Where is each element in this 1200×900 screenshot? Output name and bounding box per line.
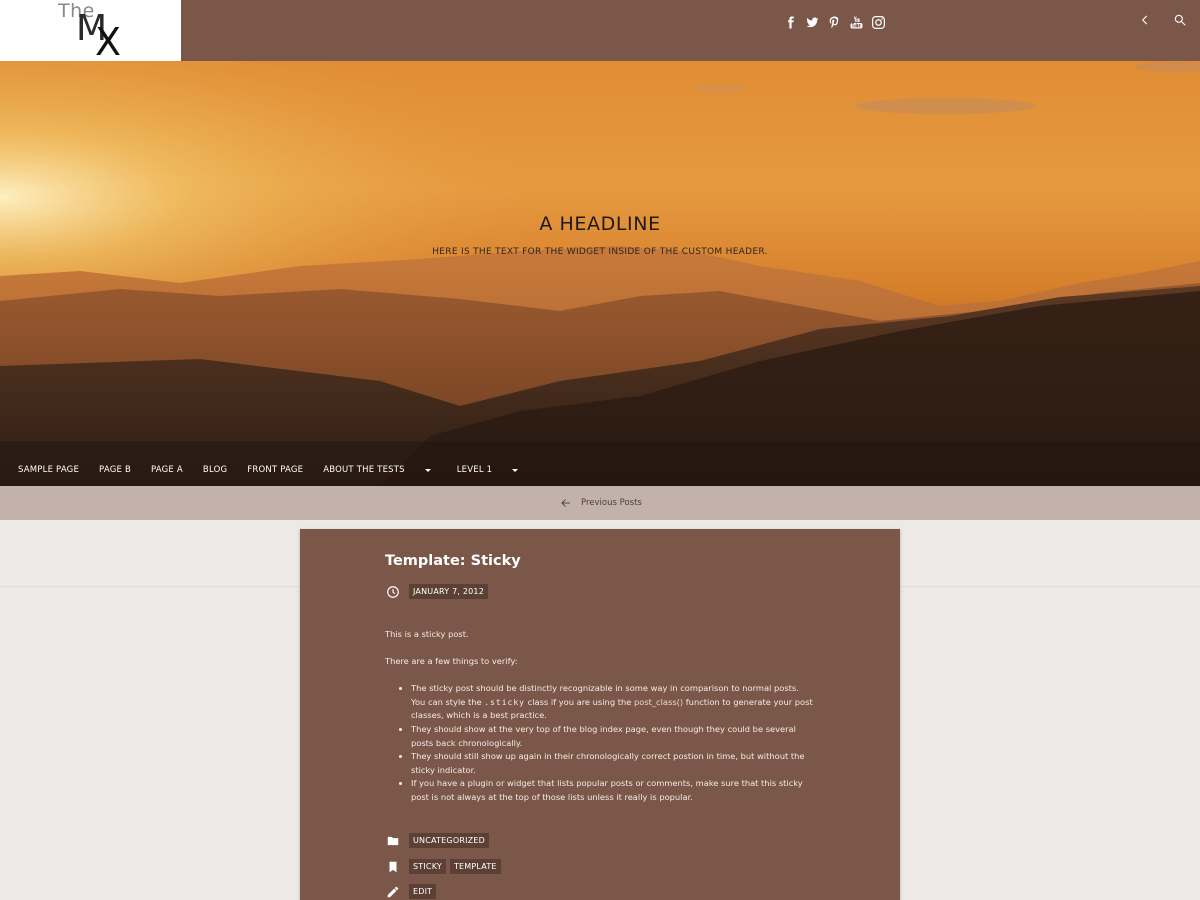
mountain-sunset-image xyxy=(0,61,1200,486)
nav-item-blog[interactable]: BLOG xyxy=(203,465,227,475)
post-paragraph: This is a sticky post. xyxy=(385,629,469,639)
post-date-row: JANUARY 7, 2012 xyxy=(385,584,492,599)
category-tag[interactable]: UNCATEGORIZED xyxy=(409,833,489,848)
tag-sticky[interactable]: STICKY xyxy=(409,859,446,874)
post-categories-row: UNCATEGORIZED xyxy=(385,833,493,848)
header-widget-title: A HEADLINE xyxy=(539,213,661,235)
post-title[interactable]: Template: Sticky xyxy=(385,553,521,569)
sticky-post-card: Template: Sticky JANUARY 7, 2012 This is… xyxy=(300,529,900,900)
list-item: If you have a plugin or widget that list… xyxy=(411,777,815,804)
custom-header-image: A HEADLINE HERE IS THE TEXT FOR THE WIDG… xyxy=(0,61,1200,486)
submenu-toggle-caret-icon[interactable] xyxy=(512,468,519,472)
post-class-link[interactable]: post_class() xyxy=(634,697,683,707)
pinterest-icon[interactable] xyxy=(826,14,842,30)
clock-icon xyxy=(385,584,400,599)
bookmark-icon xyxy=(385,859,400,874)
edit-link[interactable]: EDIT xyxy=(409,884,437,899)
site-header-bar: The M X xyxy=(0,0,1200,61)
posts-navigation: Previous Posts xyxy=(0,486,1200,520)
arrow-left-icon xyxy=(561,499,570,507)
verify-list: The sticky post should be distinctly rec… xyxy=(411,682,815,804)
nav-item-page-b[interactable]: PAGE B xyxy=(99,465,131,475)
twitter-icon[interactable] xyxy=(804,14,820,30)
folder-icon xyxy=(385,833,400,848)
youtube-icon[interactable] xyxy=(848,14,864,30)
submenu-toggle-caret-icon[interactable] xyxy=(424,468,431,472)
post-date[interactable]: JANUARY 7, 2012 xyxy=(409,584,489,599)
list-item: The sticky post should be distinctly rec… xyxy=(411,682,815,723)
list-item: They should still show up again in their… xyxy=(411,750,815,777)
nav-item-front-page[interactable]: FRONT PAGE xyxy=(247,465,303,475)
nav-item-sample-page[interactable]: SAMPLE PAGE xyxy=(18,465,79,475)
tag-template[interactable]: TEMPLATE xyxy=(449,859,501,874)
post-tags-row: STICKY TEMPLATE xyxy=(385,859,505,874)
nav-item-about-the-tests[interactable]: ABOUT THE TESTS xyxy=(323,465,405,475)
previous-posts-link[interactable]: Previous Posts xyxy=(560,497,642,509)
nav-item-page-a[interactable]: PAGE A xyxy=(151,465,183,475)
post-edit-row: EDIT xyxy=(385,884,440,899)
nav-item-level-1[interactable]: LEVEL 1 xyxy=(457,465,493,475)
main-navigation: SAMPLE PAGE PAGE B PAGE A BLOG FRONT PAG… xyxy=(18,463,544,477)
list-item: They should show at the very top of the … xyxy=(411,723,815,750)
post-paragraph: There are a few things to verify: xyxy=(385,656,518,667)
post-content: This is a sticky post. There are a few t… xyxy=(385,628,815,805)
logo-text-x: X xyxy=(95,20,122,61)
previous-posts-label: Previous Posts xyxy=(581,498,642,508)
chevron-left-icon[interactable] xyxy=(1136,11,1154,29)
facebook-icon[interactable] xyxy=(782,14,798,30)
pencil-icon xyxy=(385,884,400,899)
site-logo[interactable]: The M X xyxy=(0,0,181,61)
search-icon[interactable] xyxy=(1171,11,1189,29)
instagram-icon[interactable] xyxy=(870,14,886,30)
social-links xyxy=(782,13,886,31)
code-sticky: .sticky xyxy=(484,697,525,707)
header-widget-text: HERE IS THE TEXT FOR THE WIDGET INSIDE O… xyxy=(432,247,768,257)
